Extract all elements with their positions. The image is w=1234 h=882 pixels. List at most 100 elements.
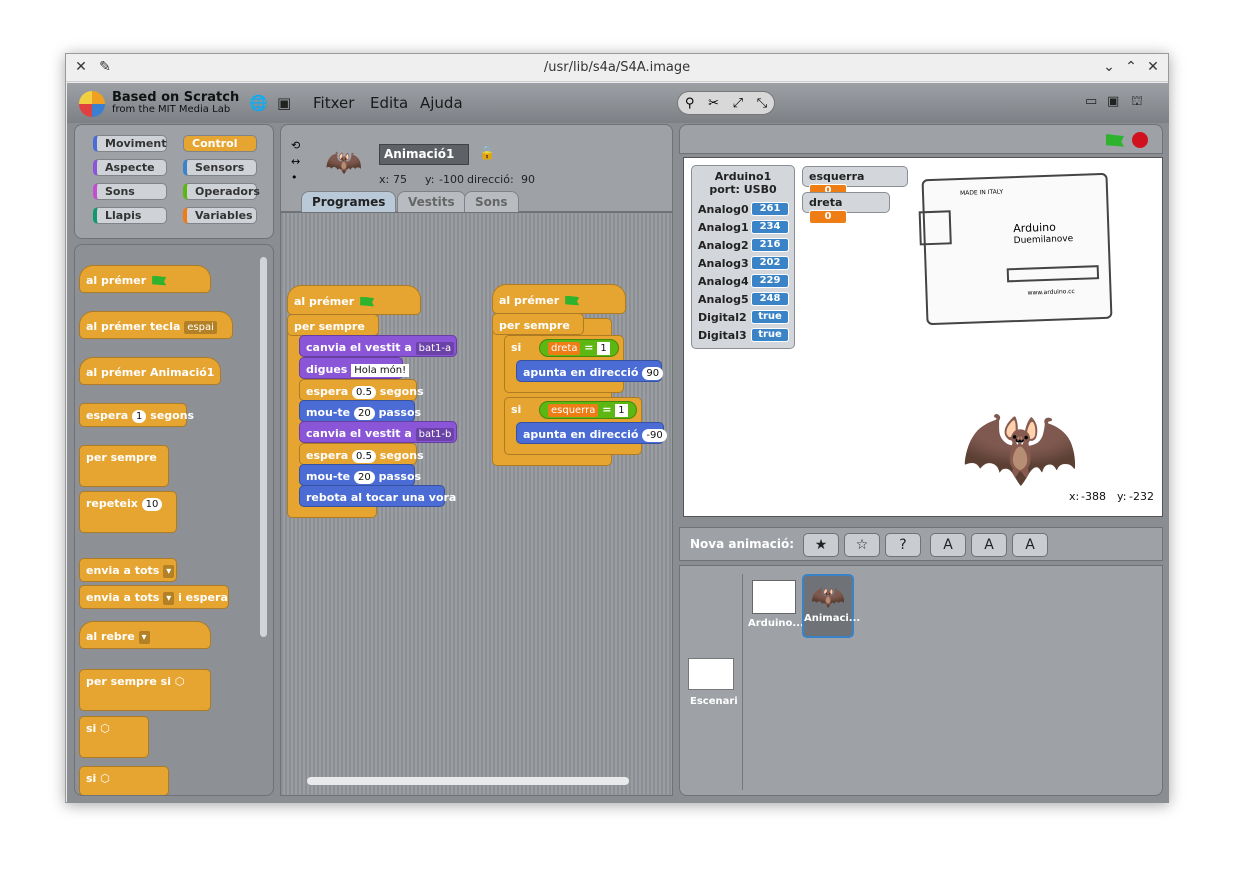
costume1-dropdown[interactable]: bat1-a [415, 342, 455, 355]
block-broadcast-wait[interactable]: envia a tots ▾ i espera [79, 585, 229, 609]
minimize-button[interactable]: ⌄ [1100, 59, 1118, 75]
sprite-item-arduino[interactable]: Arduino... [748, 574, 804, 638]
scissors-icon[interactable]: ✂ [708, 96, 719, 111]
costume2-dropdown[interactable]: bat1-b [415, 428, 455, 441]
block-when-key[interactable]: al prémer tecla espai [79, 311, 233, 339]
grow-icon[interactable]: ⤢ [733, 96, 743, 111]
paint-sprite-icon[interactable]: ★ [803, 533, 839, 557]
presentation-icon[interactable]: ⛫ [1131, 94, 1143, 111]
green-flag-button[interactable] [1106, 134, 1124, 147]
no-rotate-icon[interactable]: • [291, 171, 298, 184]
script1-switch-costume-1[interactable]: canvia el vestit a bat1-a [299, 335, 457, 357]
tab-scripts[interactable]: Programes [301, 191, 397, 213]
sprite-item-animacio[interactable]: 🦇 Animaci... [802, 574, 860, 638]
open-arduino-icon[interactable]: A [1012, 533, 1048, 557]
script1-forever[interactable]: per sempre [287, 314, 379, 336]
block-forever[interactable]: per sempre [79, 445, 169, 487]
repeat-input[interactable]: 10 [141, 498, 163, 511]
save-icon[interactable]: ▣ [277, 94, 291, 112]
script1-move-2[interactable]: mou-te 20 passos [299, 464, 421, 486]
script1-switch-costume-2[interactable]: canvia el vestit a bat1-b [299, 421, 457, 443]
script2-point-2[interactable]: apunta en direcció -90 [516, 422, 667, 444]
arduino-board-icon[interactable]: A [971, 533, 1007, 557]
new-arduino-icon[interactable]: A [930, 533, 966, 557]
block-if[interactable]: si ⬡ [79, 716, 149, 758]
wait-input[interactable]: 1 [132, 410, 147, 423]
move2-input[interactable]: 20 [353, 471, 375, 484]
arduino-board-sprite[interactable]: MADE IN ITALY Arduino Duemilanove www.ar… [918, 172, 1113, 326]
move1-input[interactable]: 20 [353, 407, 375, 420]
block-when-receive[interactable]: al rebre ▾ [79, 621, 211, 649]
script2-forever[interactable]: per sempre [492, 313, 584, 335]
stage[interactable]: Arduino1 port: USB0 Analog0 261 Analog1 234… [683, 157, 1163, 517]
close-button[interactable]: ✕ [1144, 59, 1162, 75]
script1-wait-1[interactable]: espera 0.5 segons [299, 379, 424, 401]
script-area: ⟲ ↔ • 🦇 Animació1 🔒 x: 75 y: -100 direcc… [280, 124, 673, 796]
broadcast-wait-dropdown[interactable]: ▾ [163, 592, 175, 605]
equals-block-2[interactable]: esquerra = 1 [539, 401, 637, 419]
script2-point-1[interactable]: apunta en direcció 90 [516, 360, 664, 382]
var-dreta-reporter[interactable]: dreta [548, 342, 581, 355]
normal-stage-icon[interactable]: ▣ [1107, 94, 1119, 109]
globe-icon[interactable]: 🌐 [249, 94, 268, 112]
block-repeat[interactable]: repeteix 10 [79, 491, 177, 533]
block-when-flag[interactable]: al prémer [79, 265, 211, 293]
block-wait[interactable]: espera 1 segons [79, 403, 194, 427]
tab-costumes[interactable]: Vestits [397, 191, 466, 213]
broadcast-dropdown[interactable]: ▾ [163, 565, 175, 578]
category-sensing[interactable]: Sensors [183, 159, 257, 176]
category-pen[interactable]: Llapis [93, 207, 167, 224]
script1-wait-2[interactable]: espera 0.5 segons [299, 443, 424, 465]
tab-sounds[interactable]: Sons [464, 191, 519, 213]
category-motion[interactable]: Moviment [93, 135, 167, 152]
lock-icon[interactable]: 🔒 [479, 146, 495, 161]
shrink-icon[interactable]: ⤡ [757, 96, 767, 111]
rotate-lr-icon[interactable]: ↔ [291, 155, 300, 168]
menu-edit[interactable]: Edita [370, 94, 408, 112]
category-variables[interactable]: Variables [183, 207, 257, 224]
wait1-input[interactable]: 0.5 [352, 386, 376, 399]
script2-hat[interactable]: al prémer [492, 284, 626, 314]
block-if-else[interactable]: si ⬡ [79, 766, 169, 795]
stamp-icon[interactable]: ⚲ [685, 96, 695, 111]
equals-1-input[interactable]: 1 [597, 342, 610, 355]
board-url-label: www.arduino.cc [1027, 288, 1075, 297]
category-control[interactable]: Control [183, 135, 257, 152]
menu-help[interactable]: Ajuda [420, 94, 463, 112]
surprise-sprite-icon[interactable]: ? [885, 533, 921, 557]
block-forever-label: per sempre [86, 451, 157, 464]
block-forever-if[interactable]: per sempre si ⬡ [79, 669, 211, 711]
category-sound[interactable]: Sons [93, 183, 167, 200]
key-dropdown[interactable]: espai [184, 321, 217, 334]
dir2-dropdown[interactable]: -90 [642, 429, 667, 442]
say-input[interactable]: Hola món! [351, 364, 410, 377]
choose-sprite-icon[interactable]: ☆ [844, 533, 880, 557]
category-looks[interactable]: Aspecte [93, 159, 167, 176]
script1-hat[interactable]: al prémer [287, 285, 421, 315]
equals-2-input[interactable]: 1 [615, 404, 628, 417]
menu-file[interactable]: Fitxer [313, 94, 354, 112]
small-stage-icon[interactable]: ▭ [1085, 94, 1097, 109]
rotate-full-icon[interactable]: ⟲ [291, 139, 300, 152]
script1-say[interactable]: digues Hola món! [299, 357, 410, 379]
scripts-canvas[interactable]: al prémer per sempre canvia el vestit a … [280, 212, 673, 796]
sprite-name-field[interactable]: Animació1 [379, 144, 469, 165]
receive-dropdown[interactable]: ▾ [138, 631, 150, 644]
bat-sprite[interactable]: 🦇 [960, 398, 1080, 494]
title-bar: ✕ ✎ /usr/lib/s4a/S4A.image ⌄ ⌃ ✕ [66, 54, 1168, 82]
script1-move-1[interactable]: mou-te 20 passos [299, 400, 421, 422]
block-when-sprite[interactable]: al prémer Animació1 [79, 357, 221, 385]
var-esquerra-reporter[interactable]: esquerra [548, 404, 599, 417]
stop-button[interactable] [1132, 132, 1148, 148]
wait2-input[interactable]: 0.5 [352, 450, 376, 463]
stage-thumbnail[interactable] [688, 658, 734, 690]
equals-block-1[interactable]: dreta = 1 [539, 339, 619, 357]
script1-bounce[interactable]: rebota al tocar una vora [299, 485, 456, 507]
palette-scrollbar[interactable] [260, 257, 267, 637]
category-operators[interactable]: Operadors [183, 183, 260, 200]
scripts-scrollbar[interactable] [307, 777, 629, 785]
block-forever-if-label: per sempre si [86, 675, 171, 688]
dir1-dropdown[interactable]: 90 [642, 367, 664, 380]
maximize-button[interactable]: ⌃ [1122, 59, 1140, 75]
block-broadcast[interactable]: envia a tots ▾ [79, 558, 177, 582]
